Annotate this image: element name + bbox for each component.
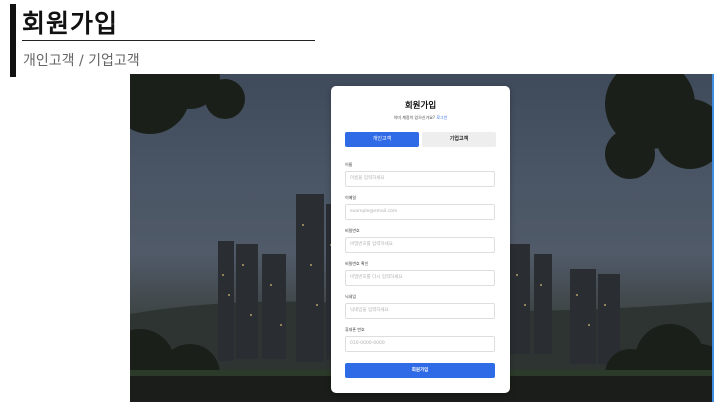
signup-submit-button[interactable]: 회원가입 — [345, 363, 495, 378]
login-prompt-line: 이미 계정이 있으신가요? 로그인 — [331, 115, 510, 121]
signup-form-card: 회원가입 이미 계정이 있으신가요? 로그인 개인고객 기업고객 이름 이름을 … — [331, 86, 510, 393]
tab-corporate[interactable]: 기업고객 — [422, 132, 496, 147]
password-label: 비밀번호 — [345, 228, 360, 233]
title-divider — [22, 40, 315, 41]
login-link[interactable]: 로그인 — [436, 115, 447, 120]
name-input[interactable]: 이름을 입력하세요 — [345, 171, 495, 187]
password-confirm-label: 비밀번호 확인 — [345, 261, 369, 266]
page-title: 회원가입 — [22, 9, 119, 38]
phone-label: 휴대폰 번호 — [345, 327, 365, 332]
nickname-input[interactable]: 닉네임을 입력하세요 — [345, 303, 495, 319]
name-label: 이름 — [345, 162, 353, 167]
nickname-label: 닉네임 — [345, 294, 357, 299]
email-label: 이메일 — [345, 195, 357, 200]
page-subtitle: 개인고객 / 기업고객 — [23, 53, 140, 69]
password-input[interactable]: 비밀번호를 입력하세요 — [345, 237, 495, 253]
title-accent-bar — [10, 4, 16, 77]
login-prompt-text: 이미 계정이 있으신가요? — [393, 115, 436, 120]
form-title: 회원가입 — [404, 101, 437, 111]
email-input[interactable]: example@email.com — [345, 204, 495, 220]
password-confirm-input[interactable]: 비밀번호를 다시 입력하세요 — [345, 270, 495, 286]
tab-personal[interactable]: 개인고객 — [345, 132, 419, 147]
phone-input[interactable]: 010-0000-0000 — [345, 336, 495, 352]
hero-edge-accent — [712, 74, 714, 402]
